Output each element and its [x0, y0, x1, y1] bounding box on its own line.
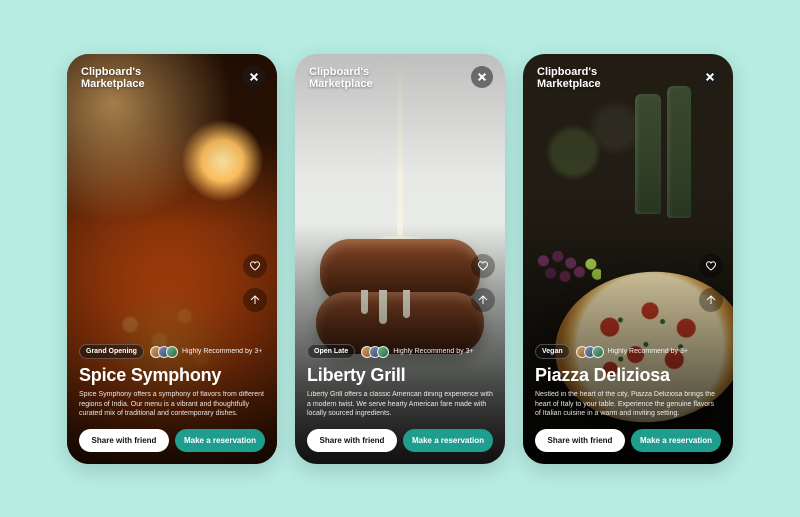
avatar-stack: [361, 346, 389, 358]
close-button[interactable]: [471, 66, 493, 88]
make-reservation-button[interactable]: Make a reservation: [403, 429, 493, 452]
brand-label: Clipboard'sMarketplace: [537, 66, 601, 91]
status-badge: Grand Opening: [79, 344, 144, 359]
status-badge: Vegan: [535, 344, 570, 359]
restaurant-title: Spice Symphony: [79, 365, 265, 386]
status-badge: Open Late: [307, 344, 355, 359]
restaurant-title: Piazza Deliziosa: [535, 365, 721, 386]
favorite-button[interactable]: [243, 254, 267, 278]
restaurant-card: Clipboard'sMarketplace Vegan Highly Reco…: [523, 54, 733, 464]
share-with-friend-button[interactable]: Share with friend: [535, 429, 625, 452]
close-icon: [705, 72, 715, 82]
recommendation: Highly Recommend by 3+: [576, 346, 688, 358]
heart-icon: [477, 260, 489, 272]
restaurant-description: Nestled in the heart of the city, Piazza…: [535, 390, 721, 418]
share-icon: [477, 294, 489, 306]
share-icon: [705, 294, 717, 306]
restaurant-description: Spice Symphony offers a symphony of flav…: [79, 390, 265, 418]
avatar-stack: [576, 346, 604, 358]
share-button[interactable]: [471, 288, 495, 312]
recommendation: Highly Recommend by 3+: [150, 346, 262, 358]
share-with-friend-button[interactable]: Share with friend: [307, 429, 397, 452]
make-reservation-button[interactable]: Make a reservation: [175, 429, 265, 452]
favorite-button[interactable]: [699, 254, 723, 278]
recommendation-text: Highly Recommend by 3+: [393, 348, 473, 355]
avatar: [166, 346, 178, 358]
share-with-friend-button[interactable]: Share with friend: [79, 429, 169, 452]
avatar-stack: [150, 346, 178, 358]
share-icon: [249, 294, 261, 306]
share-button[interactable]: [243, 288, 267, 312]
restaurant-card: Clipboard'sMarketplace Open Late Highly …: [295, 54, 505, 464]
brand-label: Clipboard'sMarketplace: [309, 66, 373, 91]
share-button[interactable]: [699, 288, 723, 312]
close-icon: [477, 72, 487, 82]
restaurant-card: Clipboard'sMarketplace Grand Opening Hig…: [67, 54, 277, 464]
recommendation: Highly Recommend by 3+: [361, 346, 473, 358]
avatar: [592, 346, 604, 358]
restaurant-title: Liberty Grill: [307, 365, 493, 386]
make-reservation-button[interactable]: Make a reservation: [631, 429, 721, 452]
restaurant-description: Liberty Grill offers a classic American …: [307, 390, 493, 418]
heart-icon: [705, 260, 717, 272]
close-button[interactable]: [699, 66, 721, 88]
avatar: [377, 346, 389, 358]
brand-label: Clipboard'sMarketplace: [81, 66, 145, 91]
close-button[interactable]: [243, 66, 265, 88]
favorite-button[interactable]: [471, 254, 495, 278]
heart-icon: [249, 260, 261, 272]
recommendation-text: Highly Recommend by 3+: [608, 348, 688, 355]
close-icon: [249, 72, 259, 82]
recommendation-text: Highly Recommend by 3+: [182, 348, 262, 355]
